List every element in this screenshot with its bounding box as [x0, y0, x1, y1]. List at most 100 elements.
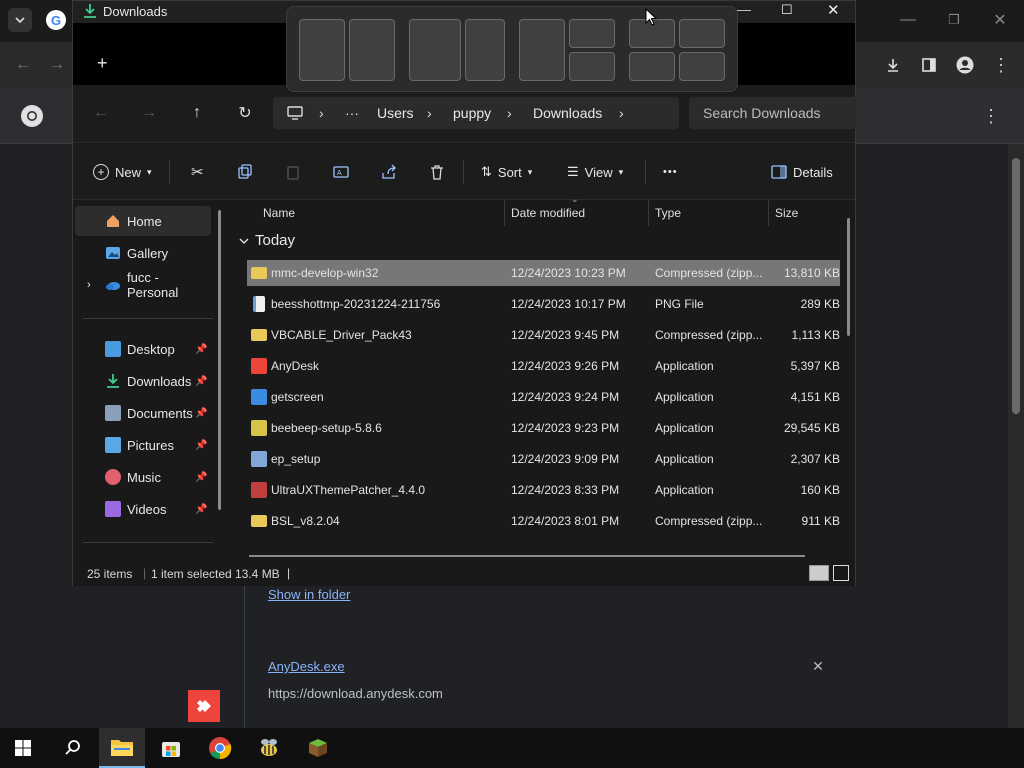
column-divider[interactable]	[768, 200, 769, 226]
up-icon[interactable]: ↑	[187, 101, 207, 125]
refresh-icon[interactable]: ↻	[235, 101, 255, 125]
close-button[interactable]: ✕	[827, 1, 840, 19]
file-row[interactable]: VBCABLE_Driver_Pack43 12/24/2023 9:45 PM C…	[247, 322, 840, 348]
menu-icon[interactable]: ⋮	[988, 52, 1014, 78]
address-bar[interactable]: › ··· Users › puppy › Downloads ›	[273, 97, 679, 129]
rename-icon[interactable]: A	[333, 144, 349, 200]
tab-search-button[interactable]	[8, 8, 32, 32]
column-divider[interactable]	[504, 200, 505, 226]
share-icon[interactable]	[381, 144, 397, 200]
snap-zone[interactable]	[679, 19, 725, 48]
snap-zone[interactable]	[299, 19, 345, 81]
file-row[interactable]: beebeep-setup-5.8.6 12/24/2023 9:23 PM App…	[247, 415, 840, 441]
new-button[interactable]: + New ▾	[93, 144, 152, 200]
snap-zone[interactable]	[569, 19, 615, 48]
snap-zone[interactable]	[569, 52, 615, 81]
file-row[interactable]: UltraUXThemePatcher_4.4.0 12/24/2023 8:33…	[247, 477, 840, 503]
view-button[interactable]: ☰ View ▾	[567, 144, 623, 200]
taskbar	[0, 728, 1024, 768]
tiles-view-icon[interactable]	[833, 565, 849, 581]
taskbar-file-explorer[interactable]	[99, 728, 145, 768]
file-row[interactable]: AnyDesk 12/24/2023 9:26 PM Application 5,39…	[247, 353, 840, 379]
maximize-button[interactable]: ☐	[781, 2, 793, 18]
download-icon[interactable]	[880, 52, 906, 78]
cut-icon[interactable]: ✂	[191, 144, 204, 200]
chevron-down-icon: ▾	[618, 166, 624, 177]
column-header-type[interactable]: Type	[655, 200, 681, 226]
nav-item-desktop[interactable]: Desktop 📌	[75, 334, 211, 364]
nav-item-home[interactable]: Home	[75, 206, 211, 236]
windows-logo-icon	[15, 740, 31, 756]
delete-icon[interactable]	[429, 144, 445, 200]
paste-icon[interactable]	[285, 144, 301, 200]
file-row[interactable]: BSL_v8.2.04 12/24/2023 8:01 PM Compressed …	[247, 508, 840, 534]
column-header-size[interactable]: Size	[775, 200, 798, 226]
download-icon	[107, 374, 119, 388]
download-filename-link[interactable]: AnyDesk.exe	[268, 659, 443, 674]
file-date: 12/24/2023 9:26 PM	[511, 359, 620, 373]
gallery-icon	[106, 247, 120, 259]
snap-zone[interactable]	[465, 19, 505, 81]
new-tab-button[interactable]: +	[97, 53, 108, 74]
file-list-scrollbar[interactable]	[847, 218, 850, 336]
nav-item-pictures[interactable]: Pictures 📌	[75, 430, 211, 460]
file-row[interactable]: ep_setup 12/24/2023 9:09 PM Application 2,3…	[247, 446, 840, 472]
close-button[interactable]: ✕	[988, 8, 1012, 32]
file-row[interactable]: getscreen 12/24/2023 9:24 PM Application 4,…	[247, 384, 840, 410]
overflow-icon[interactable]: ···	[345, 105, 359, 121]
more-options-button[interactable]: •••	[663, 144, 678, 200]
nav-scrollbar[interactable]	[218, 210, 221, 510]
group-header-today[interactable]: Today	[239, 232, 295, 249]
chevron-right-icon[interactable]: ›	[87, 279, 91, 291]
back-icon[interactable]: ←	[10, 52, 36, 78]
page-menu-icon[interactable]: ⋮	[978, 103, 1004, 129]
restore-button[interactable]: ❐	[942, 8, 966, 32]
snap-zone[interactable]	[629, 52, 675, 81]
nav-item-music[interactable]: Music 📌	[75, 462, 211, 492]
separator	[169, 160, 170, 184]
column-divider[interactable]	[648, 200, 649, 226]
snap-zone[interactable]	[519, 19, 565, 81]
search-button[interactable]	[50, 728, 96, 768]
minimize-button[interactable]: —	[896, 8, 920, 32]
column-header-name[interactable]: Name	[263, 200, 295, 226]
snap-zone[interactable]	[409, 19, 461, 81]
file-name: ep_setup	[271, 452, 321, 466]
breadcrumb-downloads[interactable]: Downloads	[533, 105, 602, 121]
nav-item-videos[interactable]: Videos 📌	[75, 494, 211, 524]
file-row[interactable]: beesshottmp-20231224-211756 12/24/2023 10…	[247, 291, 840, 317]
snap-zone[interactable]	[679, 52, 725, 81]
taskbar-minecraft[interactable]	[295, 728, 341, 768]
store-icon	[162, 742, 180, 757]
horizontal-scrollbar[interactable]	[249, 555, 805, 557]
sort-button[interactable]: ⇅ Sort ▾	[481, 144, 532, 200]
nav-item-downloads[interactable]: Downloads 📌	[75, 366, 211, 396]
forward-icon[interactable]: →	[139, 101, 159, 125]
remove-download-button[interactable]: ✕	[808, 656, 828, 676]
page-scrollbar[interactable]	[1008, 144, 1024, 728]
taskbar-beebeep[interactable]	[246, 728, 292, 768]
minimize-button[interactable]: —	[737, 1, 751, 17]
copy-icon[interactable]	[237, 144, 253, 200]
nav-item-onedrive[interactable]: › fucc - Personal	[75, 270, 211, 300]
snap-zone[interactable]	[349, 19, 395, 81]
forward-icon[interactable]: →	[44, 52, 70, 78]
file-type: PNG File	[655, 297, 704, 311]
chevron-right-icon[interactable]: ›	[619, 105, 624, 121]
side-panel-icon[interactable]	[916, 52, 942, 78]
file-row[interactable]: mmc-develop-win32 12/24/2023 10:23 PM Comp…	[247, 260, 840, 286]
profile-icon[interactable]	[952, 52, 978, 78]
details-button[interactable]: Details	[771, 144, 833, 200]
search-box[interactable]: Search Downloads	[689, 97, 857, 129]
show-in-folder-link[interactable]: Show in folder	[268, 587, 350, 602]
breadcrumb-puppy[interactable]: puppy	[453, 105, 491, 121]
nav-item-gallery[interactable]: Gallery	[75, 238, 211, 268]
taskbar-store[interactable]	[148, 728, 194, 768]
breadcrumb-users[interactable]: Users	[377, 105, 414, 121]
nav-item-documents[interactable]: Documents 📌	[75, 398, 211, 428]
scrollbar-thumb[interactable]	[1012, 158, 1020, 414]
taskbar-chrome[interactable]	[197, 728, 243, 768]
back-icon[interactable]: ←	[91, 101, 111, 125]
details-view-icon[interactable]	[809, 565, 829, 581]
start-button[interactable]	[0, 728, 46, 768]
